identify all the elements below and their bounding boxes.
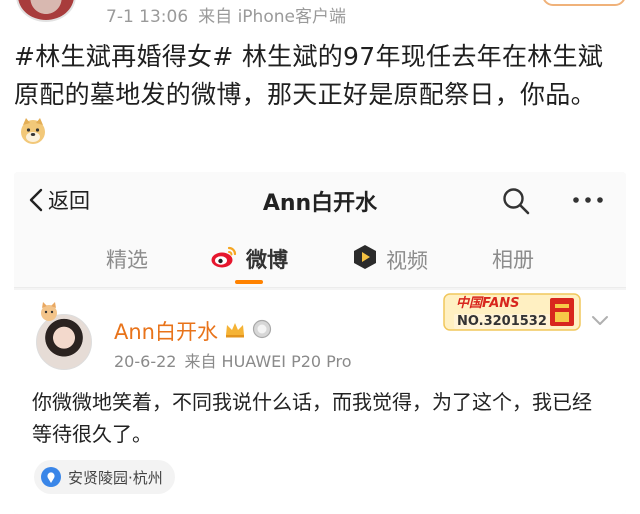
fans-number: NO.3201532 — [454, 314, 550, 329]
search-icon[interactable] — [501, 186, 531, 216]
post-meta: 20-6-22 来自 HUAWEI P20 Pro — [114, 348, 352, 372]
tab-featured[interactable]: 精选 — [106, 244, 148, 274]
tab-video[interactable]: 视频 — [352, 244, 428, 275]
author-avatar[interactable] — [16, 0, 76, 22]
weibo-post-card: Ann白开水 20-6-22 来自 HUAWEI P20 Pro 中国FANS N… — [14, 290, 626, 514]
profile-nav-bar: 返回 Ann白开水 — [14, 172, 626, 228]
profile-tabs: 精选 微博 视频 相册 — [14, 228, 626, 288]
user-avatar-wrap[interactable] — [32, 300, 96, 370]
post-text: #林生斌再婚得女# 林生斌的97年现任去年在林生斌原配的墓地发的微博，那天正好是… — [14, 42, 604, 109]
tab-label: 微博 — [246, 248, 288, 272]
post-date: 20-6-22 — [114, 352, 177, 371]
active-tab-indicator — [235, 280, 263, 284]
tab-label: 视频 — [386, 248, 428, 273]
post-time: 7-1 13:06 — [106, 7, 189, 27]
username[interactable]: Ann白开水 — [114, 316, 272, 346]
username-text: Ann白开水 — [114, 320, 218, 344]
avatar[interactable] — [36, 314, 92, 370]
post-source: 来自 iPhone客户端 — [198, 7, 346, 27]
fans-label: 中国FANS — [456, 296, 520, 311]
embedded-screenshot: 返回 Ann白开水 精选 微博 视频 相册 Ann白开水 20-6-22 来自 … — [14, 172, 626, 514]
follow-button[interactable] — [542, 0, 626, 6]
post-body: #林生斌再婚得女# 林生斌的97年现任去年在林生斌原配的墓地发的微博，那天正好是… — [14, 38, 626, 152]
medal-badge-icon — [252, 319, 272, 344]
fans-badge[interactable]: 中国FANS NO.3201532 — [438, 290, 588, 336]
weibo-logo-icon — [210, 245, 238, 274]
location-label: 安贤陵园·杭州 — [68, 468, 163, 487]
profile-title: Ann白开水 — [262, 191, 378, 216]
location-tag[interactable]: 安贤陵园·杭州 — [34, 460, 175, 494]
post-content: 你微微地笑着，不同我说什么话，而我觉得，为了这个，我已经等待很久了。 — [32, 390, 592, 446]
post-meta: 7-1 13:06 来自 iPhone客户端 — [106, 2, 346, 27]
post-header: 7-1 13:06 来自 iPhone客户端 — [0, 0, 640, 30]
cat-pendant-icon — [41, 302, 57, 321]
crown-badge-icon — [224, 319, 246, 343]
location-pin-icon — [41, 467, 61, 487]
post-device: 来自 HUAWEI P20 Pro — [184, 352, 352, 371]
tab-album[interactable]: 相册 — [492, 244, 534, 274]
doge-emoji-icon — [18, 116, 48, 146]
video-icon — [352, 244, 378, 275]
tab-label: 精选 — [106, 248, 148, 272]
chevron-down-icon[interactable] — [590, 314, 610, 328]
tab-label: 相册 — [492, 248, 534, 272]
tab-weibo[interactable]: 微博 — [210, 244, 288, 274]
more-options-icon[interactable] — [568, 190, 608, 210]
